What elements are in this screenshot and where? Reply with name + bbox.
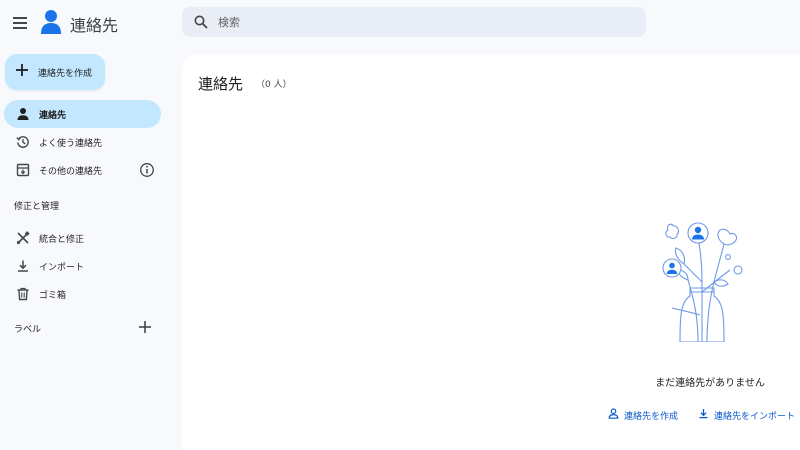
empty-state-message: まだ連絡先がありません xyxy=(655,378,765,389)
sidebar-item-label: 統合と修正 xyxy=(39,235,85,245)
menu-icon-line xyxy=(13,27,27,29)
app-title: 連絡先 xyxy=(70,16,119,35)
create-contact-button[interactable]: 連絡先を作成 xyxy=(5,54,105,90)
main-menu-button[interactable] xyxy=(10,12,30,32)
manage-section-heading: 修正と管理 xyxy=(14,202,60,212)
menu-icon-line xyxy=(13,22,27,24)
sidebar-item-label: ゴミ箱 xyxy=(39,291,67,301)
labels-section-heading: ラベル xyxy=(14,325,42,335)
info-icon[interactable] xyxy=(139,162,155,178)
top-bar: 連絡先 xyxy=(0,0,800,46)
sidebar-item-merge-fix[interactable]: 統合と修正 xyxy=(4,224,161,252)
archive-icon xyxy=(16,163,30,177)
create-contact-label: 連絡先を作成 xyxy=(38,69,93,79)
sidebar-item-import[interactable]: インポート xyxy=(4,252,161,280)
page-title: 連絡先 xyxy=(198,75,244,93)
plus-icon xyxy=(16,64,28,76)
sidebar-item-label: 連絡先 xyxy=(39,111,67,121)
sidebar-item-contacts[interactable]: 連絡先 xyxy=(4,100,161,128)
import-contacts-link-label: 連絡先をインポート xyxy=(714,412,796,422)
sidebar-item-label: インポート xyxy=(39,263,85,273)
contacts-logo-icon xyxy=(41,10,61,34)
sidebar-item-other-contacts[interactable]: その他の連絡先 xyxy=(4,156,161,184)
search-input[interactable] xyxy=(218,7,638,37)
download-icon xyxy=(699,409,708,419)
person-icon xyxy=(17,108,29,120)
tools-icon xyxy=(16,231,30,245)
search-box[interactable] xyxy=(182,7,646,37)
download-icon xyxy=(18,260,28,272)
create-contact-link[interactable]: 連絡先を作成 xyxy=(608,404,698,424)
sidebar-item-label: よく使う連絡先 xyxy=(39,139,103,149)
history-icon xyxy=(16,136,29,148)
sidebar-item-trash[interactable]: ゴミ箱 xyxy=(4,280,161,308)
search-icon[interactable] xyxy=(194,15,208,29)
import-contacts-link[interactable]: 連絡先をインポート xyxy=(698,404,800,424)
trash-icon xyxy=(17,287,29,301)
sidebar-item-label: その他の連絡先 xyxy=(39,167,103,177)
create-contact-link-label: 連絡先を作成 xyxy=(624,412,679,422)
menu-icon-line xyxy=(13,17,27,19)
person-outline-icon xyxy=(608,408,619,419)
add-label-icon[interactable] xyxy=(137,319,153,335)
sidebar-item-frequent[interactable]: よく使う連絡先 xyxy=(4,128,161,156)
contact-count: （0 人） xyxy=(256,80,292,90)
empty-state-illustration xyxy=(662,222,743,342)
main-panel: 連絡先 （0 人） まだ連絡先がありません 連絡先を作成 連絡先をインポート xyxy=(182,54,800,450)
